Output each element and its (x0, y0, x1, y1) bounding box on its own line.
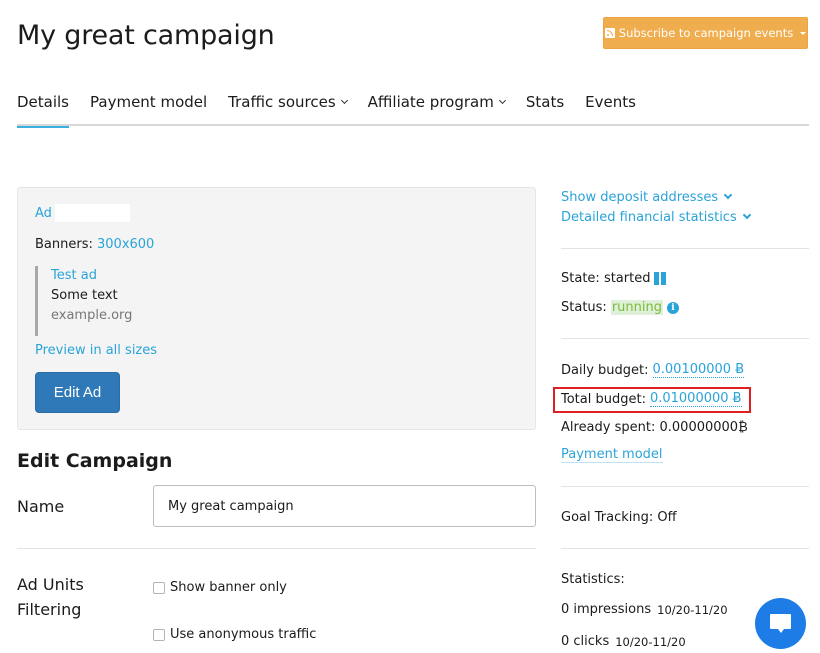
detailed-financial-statistics-link[interactable]: Detailed financial statistics (561, 210, 751, 225)
link-label: Detailed financial statistics (561, 210, 737, 225)
state-label: State: (561, 271, 600, 286)
daily-budget-value[interactable]: 0.00100000 Ƀ (652, 362, 745, 378)
status-label: Status: (561, 300, 607, 315)
already-spent-label: Already spent: (561, 419, 656, 435)
use-anonymous-traffic-checkbox[interactable]: Use anonymous traffic (153, 627, 316, 642)
checkbox-box[interactable] (153, 628, 165, 641)
edit-ad-button[interactable]: Edit Ad (35, 372, 120, 413)
rss-icon (604, 28, 615, 38)
impressions-count: 0 impressions (561, 602, 652, 617)
clicks-date-range: 10/20-11/20 (615, 634, 686, 649)
total-budget-label: Total budget: (561, 391, 646, 407)
ad-preview: Test ad Some text example.org (35, 266, 132, 336)
banners-label: Banners: (35, 237, 93, 252)
clicks-line: 0 clicks 10/20-11/20 (561, 634, 686, 649)
status-badge: running (610, 300, 663, 315)
subscribe-label: Subscribe to campaign events (618, 26, 794, 40)
divider (561, 548, 809, 549)
chat-button[interactable] (755, 598, 806, 649)
already-spent-line: Already spent: 0.00000000₿ (561, 419, 748, 436)
link-label: Show deposit addresses (561, 190, 719, 205)
ad-units-filtering-label: Ad Units Filtering (17, 572, 84, 622)
tab-affiliate-program[interactable]: Affiliate program (367, 88, 506, 126)
daily-budget-label: Daily budget: (561, 362, 649, 378)
tab-details[interactable]: Details (17, 88, 70, 128)
statistics-label: Statistics: (561, 572, 625, 587)
ad-preview-text: Some text (51, 288, 118, 303)
tab-label: Payment model (90, 93, 208, 111)
clicks-count: 0 clicks (561, 634, 610, 649)
tab-label: Details (17, 93, 70, 111)
name-label: Name (17, 497, 65, 516)
chevron-down-icon (742, 210, 751, 219)
subscribe-events-button[interactable]: Subscribe to campaign events (603, 17, 808, 49)
pause-icon[interactable] (654, 272, 667, 285)
tab-label: Events (585, 93, 636, 111)
status-line: Status: running i (561, 300, 679, 315)
checkbox-label: Use anonymous traffic (170, 627, 317, 642)
tab-payment-model[interactable]: Payment model (90, 88, 207, 126)
chat-bubble-icon (770, 614, 791, 633)
tab-label: Stats (525, 93, 565, 111)
total-budget-line: Total budget: 0.01000000 Ƀ (561, 391, 742, 407)
filtering-label-line: Ad Units (17, 575, 84, 594)
ad-name-redacted (55, 204, 130, 222)
chevron-down-icon (498, 96, 506, 105)
banners-line: Banners: 300x600 (35, 237, 154, 252)
impressions-line: 0 impressions 10/20-11/20 (561, 602, 728, 617)
ad-link[interactable]: Ad (35, 206, 52, 221)
daily-budget-line: Daily budget: 0.00100000 Ƀ (561, 362, 745, 378)
tab-events[interactable]: Events (585, 88, 636, 126)
campaign-name-input[interactable] (153, 485, 536, 527)
total-budget-value[interactable]: 0.01000000 Ƀ (649, 391, 742, 407)
info-icon[interactable]: i (666, 301, 679, 314)
chevron-down-icon (340, 96, 348, 105)
goal-tracking: Goal Tracking: Off (561, 510, 677, 525)
already-spent-value: 0.00000000₿ (659, 420, 748, 435)
banner-size-link[interactable]: 300x600 (97, 237, 154, 252)
tab-traffic-sources[interactable]: Traffic sources (228, 88, 348, 126)
tab-label: Traffic sources (228, 93, 336, 111)
tab-stats[interactable]: Stats (526, 88, 564, 126)
tab-bar: Details Payment model Traffic sources Af… (17, 88, 809, 128)
divider (561, 486, 809, 487)
divider (17, 548, 536, 549)
show-banner-only-checkbox[interactable]: Show banner only (153, 580, 287, 595)
state-value: started (603, 271, 651, 286)
chevron-down-icon (723, 190, 733, 199)
payment-model-link[interactable]: Payment model (561, 447, 663, 463)
page-title: My great campaign (17, 20, 275, 51)
edit-campaign-title: Edit Campaign (17, 450, 173, 472)
show-deposit-addresses-link[interactable]: Show deposit addresses (561, 190, 733, 205)
state-line: State: started (561, 271, 667, 286)
preview-all-sizes-link[interactable]: Preview in all sizes (35, 343, 157, 358)
ad-card: Ad Banners: 300x600 Test ad Some text ex… (17, 187, 536, 430)
tab-label: Affiliate program (367, 93, 494, 111)
divider (561, 248, 809, 249)
ad-preview-url: example.org (51, 308, 133, 323)
filtering-label-line: Filtering (17, 600, 82, 619)
divider (561, 338, 809, 339)
checkbox-box[interactable] (153, 581, 165, 594)
caret-down-icon (800, 31, 807, 35)
checkbox-label: Show banner only (170, 580, 287, 595)
impressions-date-range: 10/20-11/20 (657, 602, 728, 617)
ad-preview-title[interactable]: Test ad (51, 266, 132, 286)
